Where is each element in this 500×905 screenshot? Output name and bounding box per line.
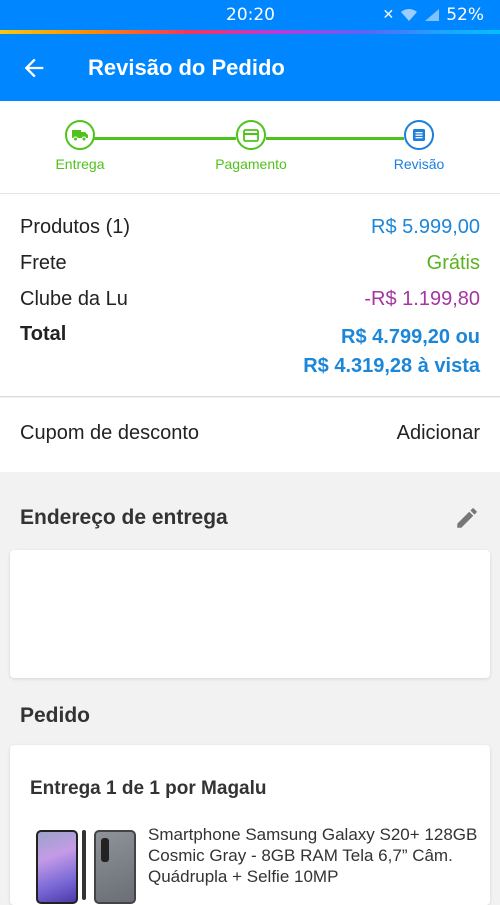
shipping-label: Frete	[20, 252, 67, 274]
coupon-label: Cupom de desconto	[20, 422, 200, 444]
product-image-back	[94, 830, 136, 904]
step-label: Pagamento	[215, 156, 287, 172]
status-icons: ✕ 52%	[382, 5, 484, 25]
address-card[interactable]	[10, 550, 490, 678]
wifi-icon	[401, 8, 418, 21]
step-entrega[interactable]: Entrega	[25, 120, 135, 172]
camera-module	[101, 838, 109, 862]
coupon-row[interactable]: Cupom de desconto Adicionar	[0, 398, 500, 472]
shipping-value: Grátis	[426, 252, 480, 274]
total-cash-price: R$ 4.319,28 à vista	[303, 355, 480, 377]
status-bar: 20:20 ✕ 52%	[0, 0, 500, 30]
battery-percent: 52%	[446, 5, 484, 25]
products-label: Produtos (1)	[20, 216, 131, 238]
signal-icon	[425, 9, 440, 21]
step-entrega-circle	[65, 120, 95, 150]
products-value: R$ 5.999,00	[371, 216, 480, 238]
step-label: Revisão	[393, 156, 445, 172]
total-installment-price: R$ 4.799,20 ou	[341, 326, 480, 348]
card-icon	[243, 128, 259, 142]
add-coupon-button[interactable]: Adicionar	[397, 422, 480, 445]
product-image-side	[82, 830, 86, 900]
step-revisao-circle	[404, 120, 434, 150]
product-image-front	[36, 830, 78, 904]
delivery-title: Entrega 1 de 1 por Magalu	[30, 778, 267, 799]
back-arrow-icon[interactable]	[20, 54, 48, 82]
checkout-stepper: Entrega Pagamento Revisão	[0, 101, 500, 194]
edit-pencil-icon[interactable]	[454, 505, 480, 531]
order-summary: Produtos (1) R$ 5.999,00 Frete Grátis Cl…	[0, 194, 500, 397]
order-section-title: Pedido	[20, 704, 91, 727]
list-icon	[413, 129, 425, 141]
club-discount-value: -R$ 1.199,80	[364, 288, 480, 310]
club-label: Clube da Lu	[20, 288, 128, 310]
total-value: R$ 4.799,20 ou R$ 4.319,28 à vista	[303, 323, 480, 381]
step-revisao[interactable]: Revisão	[364, 120, 474, 172]
step-label: Entrega	[55, 156, 105, 172]
mute-icon: ✕	[382, 7, 395, 23]
address-section-title: Endereço de entrega	[20, 506, 228, 529]
page-title: Revisão do Pedido	[88, 55, 285, 80]
app-bar: Revisão do Pedido	[0, 34, 500, 101]
step-pagamento[interactable]: Pagamento	[196, 120, 306, 172]
step-pagamento-circle	[236, 120, 266, 150]
status-time: 20:20	[226, 5, 275, 25]
total-label: Total	[20, 323, 67, 345]
order-card: Entrega 1 de 1 por Magalu Smartphone Sam…	[10, 745, 490, 905]
product-name: Smartphone Samsung Galaxy S20+ 128GB Cos…	[148, 825, 478, 886]
truck-icon	[72, 130, 88, 142]
